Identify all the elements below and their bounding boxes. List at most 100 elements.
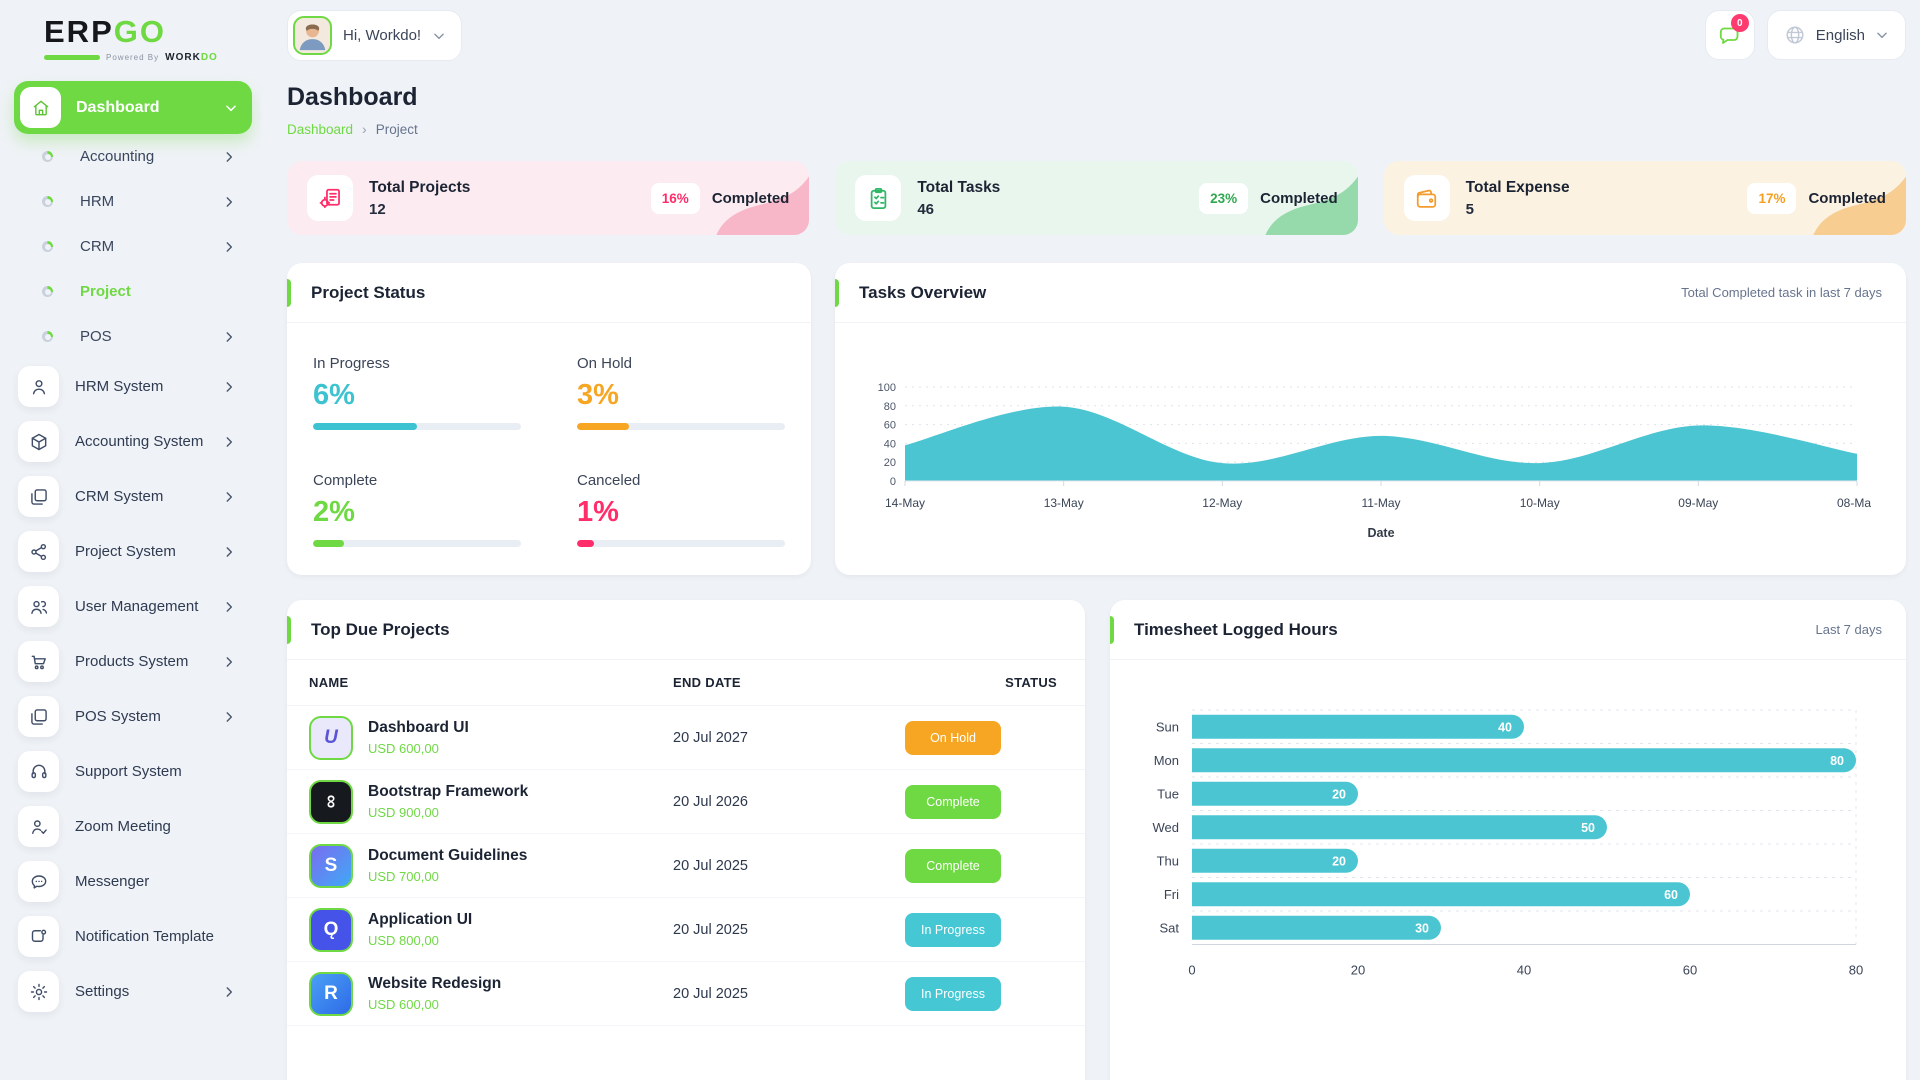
gear-icon: [18, 971, 59, 1012]
stat-card-total-tasks: Total Tasks 46 23% Completed: [835, 161, 1357, 235]
project-amount: USD 900,00: [368, 805, 528, 820]
top-due-projects-head: Top Due Projects: [287, 600, 1085, 660]
tasks-overview-chart: 020406080100 14-May13-May12-May11-May10-…: [853, 329, 1871, 579]
breadcrumb: Dashboard › Project: [287, 121, 1906, 137]
sidebar-item-user-management[interactable]: User Management: [14, 579, 252, 634]
sidebar-item-accounting[interactable]: Accounting: [14, 134, 252, 179]
bottom-row: Top Due Projects NAME END DATE STATUS U …: [287, 600, 1906, 1080]
svg-text:12-May: 12-May: [1202, 496, 1242, 510]
sidebar-item-crm-system[interactable]: CRM System: [14, 469, 252, 524]
project-name: Website Redesign: [368, 975, 501, 993]
messages-button[interactable]: 0: [1705, 10, 1755, 60]
sidebar-item-products-system[interactable]: Products System: [14, 634, 252, 689]
sidebar-item-project-system[interactable]: Project System: [14, 524, 252, 579]
user-icon: [18, 366, 59, 407]
bullet-icon: [42, 286, 53, 297]
table-row[interactable]: R Website Redesign USD 600,00 20 Jul 202…: [287, 962, 1085, 1026]
language-label: English: [1816, 27, 1865, 44]
status-percent: 2%: [313, 496, 521, 529]
expense-icon: [1404, 175, 1450, 221]
table-row[interactable]: S Document Guidelines USD 700,00 20 Jul …: [287, 834, 1085, 898]
top-due-projects-card: Top Due Projects NAME END DATE STATUS U …: [287, 600, 1085, 1080]
project-logo-icon: U: [309, 716, 353, 760]
title-accent: [835, 279, 839, 307]
project-name: Application UI: [368, 911, 472, 929]
mid-row: Project Status In Progress 6% On Hold 3%…: [287, 263, 1906, 575]
sidebar-item-crm[interactable]: CRM: [14, 224, 252, 269]
table-row[interactable]: U Dashboard UI USD 600,00 20 Jul 2027 On…: [287, 706, 1085, 770]
chevron-right-icon: [222, 435, 236, 449]
page-title: Dashboard: [287, 83, 1906, 112]
chevron-right-icon: [222, 985, 236, 999]
sidebar-item-zoom-meeting[interactable]: Zoom Meeting: [14, 799, 252, 854]
stat-completed-label: Completed: [1808, 190, 1886, 207]
bullet-icon: [42, 151, 53, 162]
message-count-badge: 0: [1731, 14, 1749, 32]
project-status-badge: In Progress: [905, 913, 1001, 947]
sidebar-item-dashboard[interactable]: Dashboard: [14, 81, 252, 134]
brand-tagline: Powered By WORKDO: [44, 52, 252, 63]
title-accent: [287, 279, 291, 307]
sidebar-item-pos-system[interactable]: POS System: [14, 689, 252, 744]
project-amount: USD 700,00: [368, 869, 527, 884]
svg-text:80: 80: [884, 401, 896, 413]
table-row[interactable]: Ǫ Application UI USD 800,00 20 Jul 2025 …: [287, 898, 1085, 962]
share-icon: [18, 531, 59, 572]
timesheet-card: Timesheet Logged Hours Last 7 days 40 Su…: [1110, 600, 1906, 1080]
progress-fill: [577, 423, 629, 430]
tasks-icon: [855, 175, 901, 221]
projects-icon: [307, 175, 353, 221]
project-amount: USD 600,00: [368, 997, 501, 1012]
table-header: NAME END DATE STATUS: [287, 660, 1085, 706]
topbar: Hi, Workdo! 0 English: [287, 10, 1906, 61]
sidebar-item-support-system[interactable]: Support System: [14, 744, 252, 799]
sidebar-item-label: Messenger: [75, 873, 149, 890]
user-check-icon: [18, 806, 59, 847]
sidebar-item-pos[interactable]: POS: [14, 314, 252, 359]
sidebar-item-settings[interactable]: Settings: [14, 964, 252, 1019]
status-item-canceled: Canceled 1%: [577, 472, 785, 547]
sidebar-item-messenger[interactable]: Messenger: [14, 854, 252, 909]
brand-logo[interactable]: ERPGO Powered By WORKDO: [14, 12, 252, 63]
chevron-right-icon: [222, 380, 236, 394]
sidebar-item-notification-template[interactable]: Notification Template: [14, 909, 252, 964]
sidebar-item-project[interactable]: Project: [14, 269, 252, 314]
chevron-right-icon: [222, 655, 236, 669]
sidebar-item-hrm-system[interactable]: HRM System: [14, 359, 252, 414]
sidebar-item-label: CRM System: [75, 488, 163, 505]
col-end-date: END DATE: [673, 675, 843, 690]
avatar: [293, 16, 332, 55]
status-percent: 3%: [577, 379, 785, 412]
breadcrumb-dashboard-link[interactable]: Dashboard: [287, 122, 353, 137]
timesheet-head: Timesheet Logged Hours Last 7 days: [1110, 600, 1906, 660]
chevron-right-icon: [222, 150, 236, 164]
stat-value: 12: [369, 201, 470, 218]
status-percent: 1%: [577, 496, 785, 529]
svg-text:10-May: 10-May: [1520, 496, 1560, 510]
top-due-projects-title: Top Due Projects: [311, 620, 450, 640]
sidebar-item-accounting-system[interactable]: Accounting System: [14, 414, 252, 469]
stat-card-total-projects: Total Projects 12 16% Completed: [287, 161, 809, 235]
project-logo-icon: ∞: [309, 780, 353, 824]
chevron-right-icon: [222, 240, 236, 254]
sidebar-item-hrm[interactable]: HRM: [14, 179, 252, 224]
bullet-icon: [42, 241, 53, 252]
language-selector[interactable]: English: [1767, 10, 1906, 60]
sidebar: ERPGO Powered By WORKDO Dashboard Accoun…: [0, 0, 262, 1080]
users-icon: [18, 586, 59, 627]
table-row[interactable]: ∞ Bootstrap Framework USD 900,00 20 Jul …: [287, 770, 1085, 834]
project-end-date: 20 Jul 2026: [673, 794, 843, 810]
svg-text:0: 0: [890, 476, 896, 488]
progress-fill: [313, 423, 417, 430]
sidebar-item-label: Dashboard: [76, 99, 160, 117]
svg-text:30: 30: [1415, 921, 1429, 935]
svg-text:40: 40: [884, 438, 896, 450]
project-name: Document Guidelines: [368, 847, 527, 865]
user-menu[interactable]: Hi, Workdo!: [287, 10, 462, 61]
project-end-date: 20 Jul 2027: [673, 730, 843, 746]
svg-text:50: 50: [1581, 821, 1595, 835]
stat-completed-label: Completed: [712, 190, 790, 207]
page-head: Dashboard Dashboard › Project: [287, 83, 1906, 137]
progress-fill: [313, 540, 344, 547]
main-content: Hi, Workdo! 0 English Dashboard Dashboar…: [262, 0, 1920, 1080]
